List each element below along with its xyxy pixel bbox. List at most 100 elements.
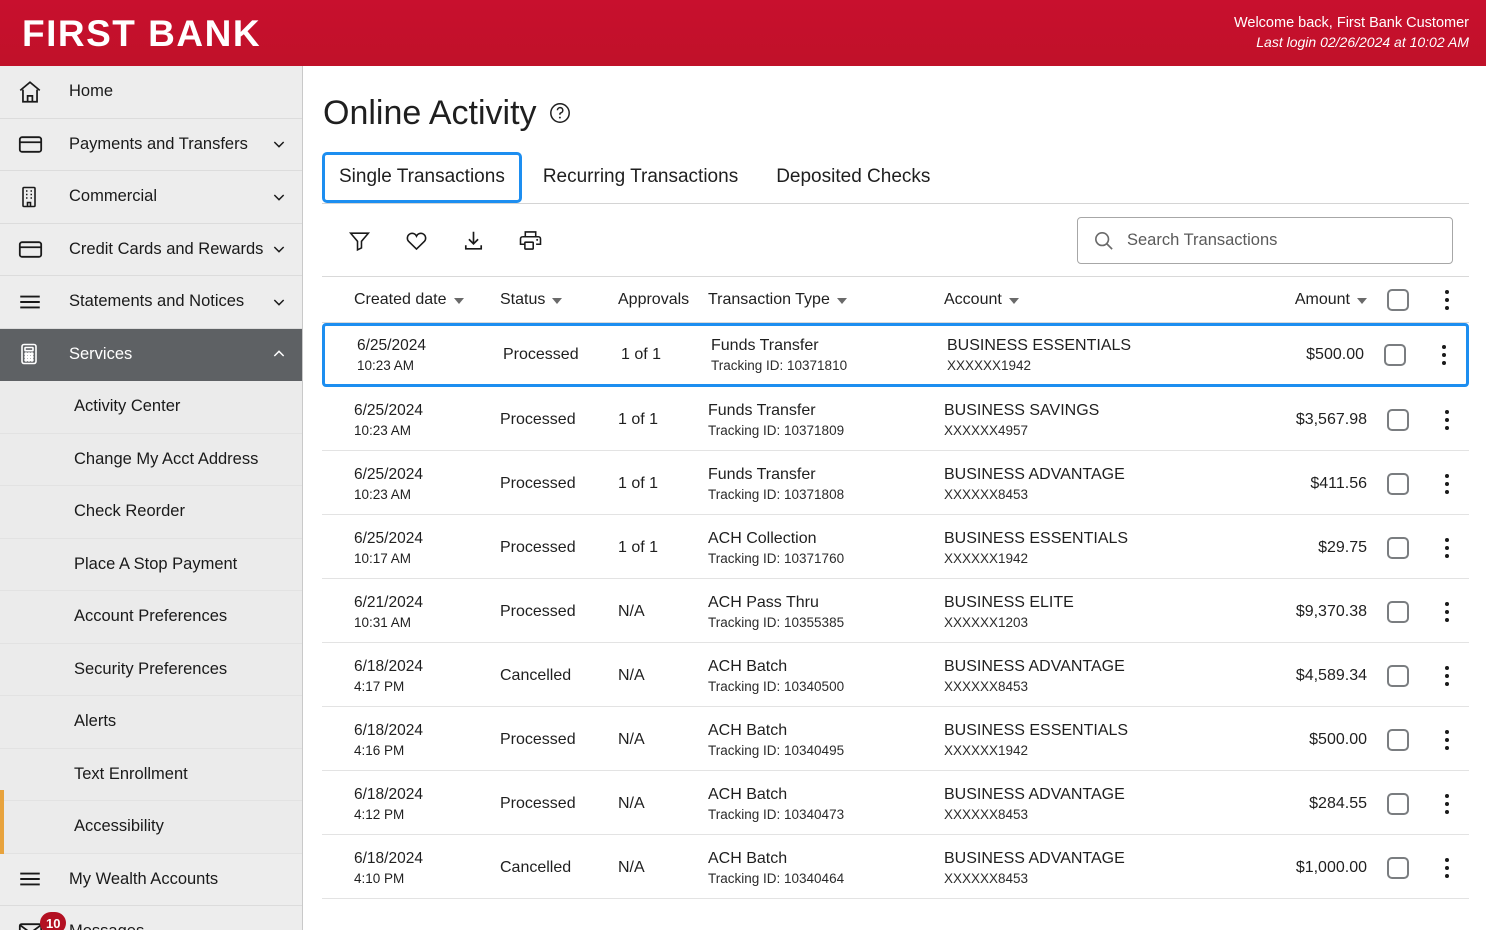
account-number: XXXXXX4957 — [944, 423, 1029, 438]
cell-transaction-type: ACH Batch Tracking ID: 10340500 — [708, 658, 944, 694]
sidebar-subitem-security-preferences[interactable]: Security Preferences — [0, 643, 302, 696]
row-options-kebab-icon[interactable] — [1437, 792, 1457, 816]
table-options-kebab-icon[interactable] — [1437, 288, 1457, 312]
column-header-created-date[interactable]: Created date — [322, 291, 500, 309]
chevron-down-icon[interactable] — [270, 241, 288, 257]
row-options-kebab-icon[interactable] — [1437, 472, 1457, 496]
sort-caret-icon[interactable] — [552, 298, 563, 304]
row-select-checkbox[interactable] — [1384, 344, 1406, 366]
table-row[interactable]: 6/18/2024 4:12 PM Processed N/A ACH Batch Tra… — [322, 771, 1469, 835]
chevron-down-icon[interactable] — [270, 294, 288, 310]
sidebar-subitem-check-reorder[interactable]: Check Reorder — [0, 486, 302, 539]
sidebar-item-payments-and-transfers[interactable]: Payments and Transfers — [0, 118, 302, 171]
sidebar-item-my-wealth-accounts[interactable]: My Wealth Accounts — [0, 853, 302, 906]
account-number: XXXXXX8453 — [944, 679, 1029, 694]
download-icon[interactable] — [458, 226, 488, 256]
heart-icon[interactable] — [401, 226, 431, 256]
tab-recurring-transactions[interactable]: Recurring Transactions — [526, 152, 755, 203]
sidebar-item-credit-cards-and-rewards[interactable]: Credit Cards and Rewards — [0, 223, 302, 276]
sort-caret-icon[interactable] — [453, 298, 464, 304]
sidebar-item-label: Statements and Notices — [69, 292, 245, 311]
tracking-id: Tracking ID: 10371808 — [708, 487, 845, 502]
row-options-cell — [1425, 472, 1469, 496]
select-all-checkbox[interactable] — [1387, 288, 1409, 311]
chevron-down-icon[interactable] — [270, 136, 288, 152]
row-select-checkbox[interactable] — [1387, 537, 1409, 559]
print-icon[interactable] — [515, 226, 545, 256]
transaction-date: 6/25/2024 — [354, 402, 423, 419]
sidebar-subitem-alerts[interactable]: Alerts — [0, 696, 302, 749]
transaction-type: ACH Batch — [708, 786, 788, 803]
column-header-status[interactable]: Status — [500, 291, 618, 309]
transaction-date: 6/18/2024 — [354, 658, 423, 675]
search-input[interactable] — [1127, 231, 1438, 250]
sidebar-subitem-accessibility[interactable]: Accessibility — [0, 801, 302, 854]
row-options-kebab-icon[interactable] — [1437, 728, 1457, 752]
cell-status: Processed — [500, 539, 576, 556]
table-row[interactable]: 6/25/2024 10:23 AM Processed 1 of 1 Funds Tr… — [322, 323, 1469, 387]
tracking-id: Tracking ID: 10371760 — [708, 551, 845, 566]
column-header-label: Transaction Type — [708, 290, 830, 308]
row-options-kebab-icon[interactable] — [1437, 664, 1457, 688]
sidebar-item-home[interactable]: Home — [0, 66, 302, 119]
column-header-account[interactable]: Account — [944, 291, 1244, 309]
cell-amount: $500.00 — [1247, 346, 1368, 364]
row-select-checkbox[interactable] — [1387, 665, 1409, 687]
account-number: XXXXXX1942 — [944, 743, 1029, 758]
table-row[interactable]: 6/25/2024 10:23 AM Processed 1 of 1 Funds Tr… — [322, 387, 1469, 451]
cell-status: Cancelled — [500, 859, 572, 876]
bank-logo[interactable]: FIRST BANK — [22, 15, 261, 52]
tab-deposited-checks[interactable]: Deposited Checks — [759, 152, 947, 203]
credit-card-icon — [17, 236, 51, 263]
filter-funnel-icon[interactable] — [344, 226, 374, 256]
row-select-checkbox[interactable] — [1387, 601, 1409, 623]
row-checkbox-cell — [1371, 537, 1425, 559]
chevron-down-icon[interactable] — [270, 189, 288, 205]
table-row[interactable]: 6/18/2024 4:10 PM Cancelled N/A ACH Batch Tra… — [322, 835, 1469, 899]
sidebar-subitem-change-my-acct-address[interactable]: Change My Acct Address — [0, 433, 302, 486]
row-options-cell — [1425, 408, 1469, 432]
sidebar-subitem-text-enrollment[interactable]: Text Enrollment — [0, 748, 302, 801]
cell-approvals: N/A — [618, 603, 645, 620]
tab-single-transactions[interactable]: Single Transactions — [322, 152, 522, 203]
sidebar-item-commercial[interactable]: Commercial — [0, 171, 302, 224]
row-select-checkbox[interactable] — [1387, 473, 1409, 495]
sidebar-subitem-place-a-stop-payment[interactable]: Place A Stop Payment — [0, 538, 302, 591]
sort-caret-icon[interactable] — [1008, 298, 1019, 304]
sidebar-item-services[interactable]: Services — [0, 328, 302, 381]
row-options-kebab-icon[interactable] — [1437, 856, 1457, 880]
sidebar-item-label: Commercial — [69, 187, 158, 206]
row-select-checkbox[interactable] — [1387, 729, 1409, 751]
sidebar-subitem-account-preferences[interactable]: Account Preferences — [0, 591, 302, 644]
table-row[interactable]: 6/18/2024 4:16 PM Processed N/A ACH Batch Tra… — [322, 707, 1469, 771]
help-circle-icon[interactable] — [548, 101, 572, 125]
row-options-kebab-icon[interactable] — [1434, 343, 1454, 367]
cell-transaction-type: ACH Pass Thru Tracking ID: 10355385 — [708, 594, 944, 630]
table-row[interactable]: 6/18/2024 4:17 PM Cancelled N/A ACH Batch Tra… — [322, 643, 1469, 707]
last-login-text: Last login 02/26/2024 at 10:02 AM — [1256, 34, 1469, 51]
transaction-date: 6/25/2024 — [354, 530, 423, 547]
sidebar-item-label: Services — [69, 344, 133, 363]
sidebar-subitem-activity-center[interactable]: Activity Center — [0, 381, 302, 434]
transaction-type: ACH Collection — [708, 530, 817, 547]
table-row[interactable]: 6/25/2024 10:17 AM Processed 1 of 1 ACH Coll… — [322, 515, 1469, 579]
row-options-kebab-icon[interactable] — [1437, 408, 1457, 432]
account-name: BUSINESS SAVINGS — [944, 402, 1100, 419]
sort-caret-icon[interactable] — [1357, 298, 1367, 304]
row-select-checkbox[interactable] — [1387, 793, 1409, 815]
sidebar-item-statements-and-notices[interactable]: Statements and Notices — [0, 276, 302, 329]
row-options-kebab-icon[interactable] — [1437, 600, 1457, 624]
transaction-type: Funds Transfer — [708, 466, 816, 483]
row-checkbox-cell — [1368, 344, 1422, 366]
row-options-kebab-icon[interactable] — [1437, 536, 1457, 560]
row-select-checkbox[interactable] — [1387, 857, 1409, 879]
search-transactions-box[interactable] — [1077, 217, 1453, 264]
table-row[interactable]: 6/21/2024 10:31 AM Processed N/A ACH Pass Th… — [322, 579, 1469, 643]
column-header-transaction-type[interactable]: Transaction Type — [708, 291, 944, 309]
sidebar-item-messages[interactable]: 10 Messages — [0, 906, 302, 930]
column-header-amount[interactable]: Amount — [1244, 291, 1371, 309]
row-select-checkbox[interactable] — [1387, 409, 1409, 431]
chevron-up-icon[interactable] — [270, 346, 288, 362]
sort-caret-icon[interactable] — [836, 298, 847, 304]
table-row[interactable]: 6/25/2024 10:23 AM Processed 1 of 1 Funds Tr… — [322, 451, 1469, 515]
